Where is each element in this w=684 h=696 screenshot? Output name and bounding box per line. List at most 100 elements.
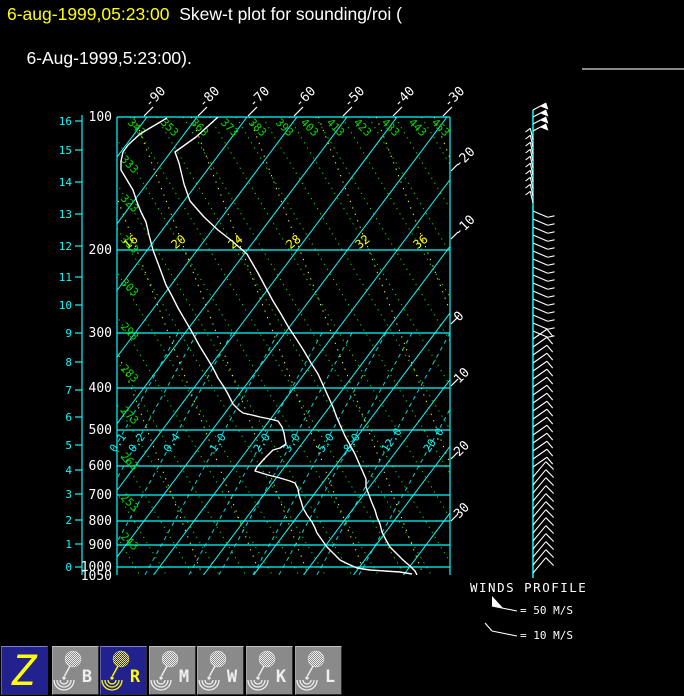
- svg-text:900: 900: [89, 538, 112, 553]
- svg-text:-20: -20: [451, 145, 478, 172]
- svg-text:283: 283: [118, 362, 141, 385]
- toolbar-button-letter: M: [179, 667, 189, 687]
- svg-text:293: 293: [118, 320, 141, 343]
- isobar-lines: [116, 116, 451, 575]
- svg-text:12: 12: [59, 240, 72, 253]
- svg-text:13: 13: [59, 208, 72, 221]
- svg-text:-90: -90: [142, 84, 169, 111]
- svg-text:-10: -10: [451, 213, 478, 240]
- svg-text:263: 263: [118, 450, 141, 473]
- svg-text:3: 3: [65, 488, 72, 501]
- toolbar-button-letter: K: [276, 667, 287, 687]
- legend-item-label: = 50 M/S: [520, 604, 573, 617]
- svg-text:2: 2: [65, 514, 72, 527]
- radiosonde-balloon-icon: K: [247, 650, 287, 691]
- svg-text:11: 11: [59, 271, 72, 284]
- toolbar-button-letter: B: [82, 667, 92, 687]
- svg-text:0: 0: [451, 309, 467, 325]
- toolbar-button-m[interactable]: M: [149, 646, 196, 695]
- svg-text:1: 1: [65, 538, 72, 551]
- svg-text:24: 24: [226, 232, 246, 252]
- svg-text:353: 353: [158, 116, 181, 139]
- moist-adiabat-labels: 16 20 24 28 32 36: [121, 232, 431, 252]
- svg-text:1050: 1050: [81, 569, 112, 584]
- svg-text:0.4: 0.4: [161, 431, 183, 455]
- svg-text:9: 9: [65, 327, 72, 340]
- moist-adiabat-lines: [117, 117, 450, 575]
- svg-text:28: 28: [284, 232, 304, 252]
- zeb-logo-icon: Z: [10, 646, 38, 695]
- toolbar-button-l[interactable]: L: [295, 646, 342, 695]
- svg-text:500: 500: [89, 423, 112, 438]
- svg-text:403: 403: [298, 116, 321, 139]
- svg-text:373: 373: [218, 116, 241, 139]
- svg-text:8: 8: [65, 356, 72, 369]
- svg-text:0: 0: [65, 561, 72, 574]
- svg-text:400: 400: [89, 381, 112, 396]
- toolbar-button-r[interactable]: R: [100, 646, 147, 695]
- svg-text:5.0: 5.0: [315, 431, 337, 455]
- svg-text:10: 10: [451, 365, 473, 387]
- toolbar-button-letter: W: [227, 667, 238, 687]
- height-axis: 012345678910111213141516: [59, 115, 83, 575]
- svg-text:273: 273: [118, 404, 141, 427]
- radiosonde-balloon-icon: B: [53, 650, 92, 691]
- svg-text:-40: -40: [391, 84, 418, 111]
- svg-text:10: 10: [59, 299, 72, 312]
- svg-text:32: 32: [353, 232, 373, 252]
- svg-text:4: 4: [65, 464, 72, 477]
- radiosonde-balloon-icon: W: [198, 650, 238, 691]
- winds-profile-label: WINDS PROFILE: [470, 580, 587, 595]
- svg-text:200: 200: [89, 243, 112, 258]
- svg-text:1.0: 1.0: [207, 431, 229, 455]
- svg-text:423: 423: [351, 116, 374, 139]
- svg-text:16: 16: [59, 115, 72, 128]
- svg-text:383: 383: [246, 116, 269, 139]
- svg-text:300: 300: [89, 326, 112, 341]
- isotherm-lines: [117, 117, 450, 575]
- skewt-plot-canvas: 012345678910111213141516 1002003004005006…: [59, 84, 587, 666]
- radiosonde-balloon-icon: L: [296, 650, 335, 691]
- svg-text:36: 36: [411, 232, 431, 252]
- svg-text:20: 20: [169, 232, 189, 252]
- svg-text:6: 6: [65, 411, 72, 424]
- radiosonde-balloon-icon: R: [101, 650, 141, 691]
- wind-barbs: [525, 102, 555, 574]
- toolbar-button-zeb-logo[interactable]: Z: [1, 646, 48, 695]
- svg-text:-30: -30: [441, 84, 468, 111]
- svg-text:800: 800: [89, 514, 112, 529]
- dewpoint-trace: [120, 117, 413, 575]
- app-window: 6-aug-1999,05:23:00 Skew-t plot for soun…: [0, 0, 684, 696]
- svg-text:700: 700: [89, 488, 112, 503]
- svg-text:20: 20: [451, 438, 473, 460]
- toolbar-button-w[interactable]: W: [197, 646, 244, 695]
- toolbar-button-k[interactable]: K: [246, 646, 293, 695]
- dry-adiabat-labels: 343 353 363 373 383 393 403 413 423 433 443 4533333…: [118, 116, 452, 553]
- svg-text:-50: -50: [341, 84, 368, 111]
- svg-text:100: 100: [89, 110, 112, 125]
- svg-text:-70: -70: [246, 84, 273, 111]
- svg-text:600: 600: [89, 459, 112, 474]
- dry-adiabat-lines: [117, 117, 450, 575]
- toolbar-button-b[interactable]: B: [52, 646, 99, 695]
- svg-text:5: 5: [65, 439, 72, 452]
- svg-text:-80: -80: [196, 84, 223, 111]
- svg-text:443: 443: [406, 116, 429, 139]
- svg-text:15: 15: [59, 144, 72, 157]
- svg-text:413: 413: [324, 116, 347, 139]
- legend-item-label: = 10 M/S: [520, 629, 573, 642]
- svg-text:363: 363: [188, 116, 211, 139]
- svg-text:393: 393: [273, 116, 296, 139]
- toolbar-button-letter: L: [325, 667, 335, 687]
- svg-text:-60: -60: [292, 84, 319, 111]
- svg-text:14: 14: [59, 176, 73, 189]
- svg-text:7: 7: [65, 384, 72, 397]
- svg-text:2.0: 2.0: [251, 431, 273, 455]
- toolbar: ZBRMWKL: [0, 646, 684, 696]
- toolbar-button-letter: R: [130, 667, 141, 687]
- svg-text:243: 243: [118, 530, 141, 553]
- zeb-logo-letter: Z: [10, 647, 38, 694]
- pressure-labels: 10020030040050060070080090010001050: [81, 110, 112, 584]
- radiosonde-balloon-icon: M: [150, 650, 189, 691]
- svg-text:30: 30: [451, 500, 473, 522]
